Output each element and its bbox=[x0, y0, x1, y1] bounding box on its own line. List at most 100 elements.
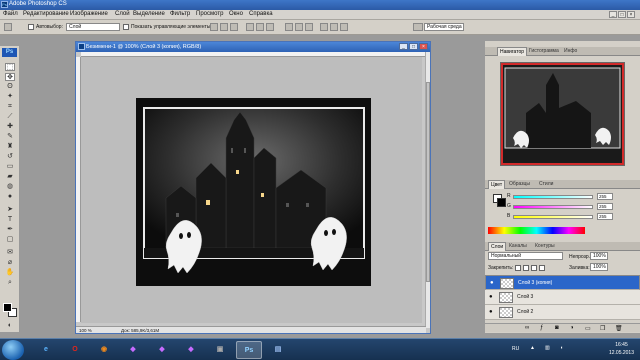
tab-info[interactable]: Инфо bbox=[562, 47, 579, 56]
layer-style-icon[interactable]: ƒ bbox=[540, 325, 543, 331]
distribute-top-icon[interactable] bbox=[285, 23, 293, 31]
distribute-middle-icon[interactable] bbox=[295, 23, 303, 31]
doc-maximize-button[interactable]: □ bbox=[409, 43, 418, 50]
navigator-thumbnail[interactable] bbox=[500, 62, 625, 166]
distribute-right-icon[interactable] bbox=[340, 23, 348, 31]
program-icon[interactable]: ▤ bbox=[265, 341, 291, 359]
tray-arrow-icon[interactable]: ▲ bbox=[530, 345, 535, 351]
tab-channels[interactable]: Каналы bbox=[507, 242, 529, 251]
eyedropper-icon[interactable]: ⌀ bbox=[5, 259, 15, 267]
file-browser-icon[interactable] bbox=[413, 23, 423, 31]
type-tool-icon[interactable]: T bbox=[5, 216, 15, 224]
maximize-button[interactable]: □ bbox=[618, 11, 626, 18]
distribute-bottom-icon[interactable] bbox=[305, 23, 313, 31]
show-controls-checkbox[interactable] bbox=[123, 24, 129, 30]
start-button[interactable] bbox=[2, 340, 24, 360]
zoom-level[interactable]: 100 % bbox=[79, 328, 92, 333]
foreground-color-swatch[interactable] bbox=[3, 303, 12, 312]
blur-tool-icon[interactable]: ◍ bbox=[5, 183, 15, 191]
autoselect-dropdown[interactable]: Слой bbox=[66, 23, 120, 31]
minimize-button[interactable]: _ bbox=[609, 11, 617, 18]
channel-r-value[interactable]: 255 bbox=[597, 193, 613, 200]
workspace-dropdown[interactable]: Рабочая среда bbox=[424, 23, 464, 31]
menu-image[interactable]: Изображение bbox=[70, 11, 108, 17]
menu-select[interactable]: Выделение bbox=[133, 11, 165, 17]
notes-tool-icon[interactable]: ✉ bbox=[5, 249, 15, 257]
marquee-tool-icon[interactable]: ⬚ bbox=[5, 63, 15, 71]
magic-wand-icon[interactable]: ✦ bbox=[5, 93, 15, 101]
menu-edit[interactable]: Редактирование bbox=[23, 11, 69, 17]
fill-value[interactable]: 100% bbox=[590, 263, 608, 271]
new-layer-icon[interactable]: ❐ bbox=[600, 325, 605, 332]
align-middle-icon[interactable] bbox=[220, 23, 228, 31]
lock-transparency-icon[interactable] bbox=[515, 265, 521, 271]
tab-histogram[interactable]: Гистограмма bbox=[527, 47, 561, 56]
doc-minimize-button[interactable]: _ bbox=[399, 43, 408, 50]
align-left-icon[interactable] bbox=[246, 23, 254, 31]
blend-mode-dropdown[interactable]: Нормальный bbox=[488, 252, 563, 260]
lock-all-icon[interactable] bbox=[539, 265, 545, 271]
visibility-eye-icon[interactable]: ● bbox=[490, 280, 497, 286]
distribute-left-icon[interactable] bbox=[320, 23, 328, 31]
menu-help[interactable]: Справка bbox=[249, 11, 273, 17]
system-clock[interactable]: 16:45 12.05.2013 bbox=[609, 341, 634, 357]
pen-tool-icon[interactable]: ✒ bbox=[5, 226, 15, 234]
tab-styles[interactable]: Стили bbox=[537, 180, 555, 189]
channel-b-slider[interactable] bbox=[513, 215, 593, 219]
color-bg-swatch[interactable] bbox=[497, 198, 506, 207]
photoshop-taskbar-icon[interactable]: Ps bbox=[236, 341, 262, 359]
color-spectrum-bar[interactable] bbox=[488, 227, 585, 234]
lock-position-icon[interactable] bbox=[531, 265, 537, 271]
document-title-bar[interactable]: Безимени-1 @ 100% (Слой 3 (копия), RGB/8… bbox=[76, 42, 430, 52]
autoselect-checkbox[interactable] bbox=[28, 24, 34, 30]
new-group-icon[interactable]: ▭ bbox=[585, 325, 591, 332]
channel-b-value[interactable]: 255 bbox=[597, 213, 613, 220]
lock-paint-icon[interactable] bbox=[523, 265, 529, 271]
brush-tool-icon[interactable]: ✎ bbox=[5, 133, 15, 141]
slice-tool-icon[interactable]: ⟋ bbox=[5, 113, 15, 121]
media-player-icon[interactable]: ◆ bbox=[149, 341, 175, 359]
menu-window[interactable]: Окно bbox=[229, 11, 243, 17]
layer-row[interactable]: ● Слой 3 bbox=[485, 290, 640, 305]
link-layers-icon[interactable]: ∞ bbox=[525, 325, 529, 331]
adjustment-layer-icon[interactable]: ◑ bbox=[570, 325, 574, 331]
tab-paths[interactable]: Контуры bbox=[533, 242, 557, 251]
visibility-eye-icon[interactable]: ● bbox=[489, 294, 496, 300]
scrollbar-thumb[interactable] bbox=[426, 82, 430, 282]
media-app-icon[interactable]: ◆ bbox=[178, 341, 204, 359]
crop-tool-icon[interactable]: ⌗ bbox=[5, 103, 15, 111]
history-brush-icon[interactable]: ↺ bbox=[5, 153, 15, 161]
align-center-icon[interactable] bbox=[256, 23, 264, 31]
align-bottom-icon[interactable] bbox=[230, 23, 238, 31]
tab-navigator[interactable]: Навигатор bbox=[497, 47, 528, 56]
healing-brush-icon[interactable]: ✚ bbox=[5, 123, 15, 131]
volume-icon[interactable]: ◖ bbox=[560, 345, 563, 351]
distribute-center-icon[interactable] bbox=[330, 23, 338, 31]
move-tool-icon[interactable] bbox=[4, 23, 12, 31]
visibility-eye-icon[interactable]: ● bbox=[489, 309, 496, 315]
tab-swatches[interactable]: Образцы bbox=[507, 180, 532, 189]
lasso-tool-icon[interactable]: ʘ bbox=[5, 83, 15, 91]
dodge-tool-icon[interactable]: ● bbox=[5, 193, 15, 201]
vertical-scrollbar[interactable] bbox=[425, 52, 430, 328]
path-select-icon[interactable]: ➤ bbox=[5, 206, 15, 214]
layer-row[interactable]: ● Слой 2 bbox=[485, 305, 640, 320]
network-icon[interactable]: ▥ bbox=[545, 345, 550, 351]
app-icon[interactable]: ▣ bbox=[207, 341, 233, 359]
opera-icon[interactable]: O bbox=[62, 341, 88, 359]
channel-g-value[interactable]: 255 bbox=[597, 203, 613, 210]
channel-r-slider[interactable] bbox=[513, 195, 593, 199]
move-tool-icon[interactable]: ✥ bbox=[5, 73, 15, 81]
stamp-tool-icon[interactable]: ♜ bbox=[5, 143, 15, 151]
align-right-icon[interactable] bbox=[266, 23, 274, 31]
tab-layers[interactable]: Слои bbox=[488, 242, 507, 251]
media-icon[interactable]: ◆ bbox=[120, 341, 146, 359]
navigator-view-box[interactable] bbox=[501, 63, 624, 165]
menu-file[interactable]: Файл bbox=[3, 11, 18, 17]
hand-tool-icon[interactable]: ✋ bbox=[5, 269, 15, 277]
eraser-tool-icon[interactable]: ▭ bbox=[5, 163, 15, 171]
doc-close-button[interactable]: × bbox=[419, 43, 428, 50]
channel-g-slider[interactable] bbox=[513, 205, 593, 209]
menu-view[interactable]: Просмотр bbox=[196, 11, 223, 17]
tab-color[interactable]: Цвет bbox=[488, 180, 506, 189]
